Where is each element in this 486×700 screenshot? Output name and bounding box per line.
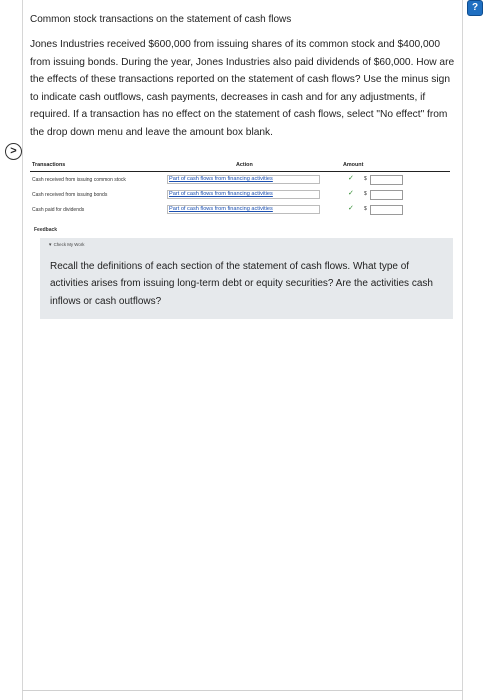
feedback-box: ▼ Check My Work Recall the definitions o… (40, 238, 453, 319)
check-icon: ✓ (348, 205, 354, 212)
help-icon[interactable]: ? (467, 0, 483, 16)
problem-title: Common stock transactions on the stateme… (30, 14, 292, 25)
currency-symbol: $ (364, 206, 367, 212)
problem-statement: Jones Industries received $600,000 from … (30, 39, 455, 138)
amount-input[interactable] (370, 190, 403, 200)
chevron-right-icon[interactable]: > (5, 143, 22, 160)
feedback-text: Recall the definitions of each section o… (50, 261, 433, 307)
row-label: Cash paid for dividends (32, 207, 85, 213)
action-dropdown[interactable]: Part of cash flows from financing activi… (167, 190, 320, 199)
amount-input[interactable] (370, 175, 403, 185)
row-label: Cash received from issuing common stock (32, 177, 126, 183)
header-transactions: Transactions (32, 162, 66, 168)
table-row: Cash received from issuing bonds Part of… (30, 187, 450, 202)
check-my-work-toggle[interactable]: ▼ Check My Work (48, 242, 84, 247)
check-icon: ✓ (348, 175, 354, 182)
transactions-table: Transactions Action Amount Cash received… (30, 160, 450, 217)
feedback-label: Feedback (34, 227, 58, 233)
amount-input[interactable] (370, 205, 403, 215)
table-header: Transactions Action Amount (30, 160, 450, 172)
row-label: Cash received from issuing bonds (32, 192, 108, 198)
header-amount: Amount (343, 162, 364, 168)
currency-symbol: $ (364, 191, 367, 197)
right-gutter: ? (463, 0, 486, 700)
check-icon: ✓ (348, 190, 354, 197)
divider (22, 690, 463, 691)
currency-symbol: $ (364, 176, 367, 182)
table-row: Cash paid for dividends Part of cash flo… (30, 202, 450, 217)
action-dropdown[interactable]: Part of cash flows from financing activi… (167, 205, 320, 214)
header-action: Action (236, 162, 253, 168)
table-row: Cash received from issuing common stock … (30, 172, 450, 187)
action-dropdown[interactable]: Part of cash flows from financing activi… (167, 175, 320, 184)
